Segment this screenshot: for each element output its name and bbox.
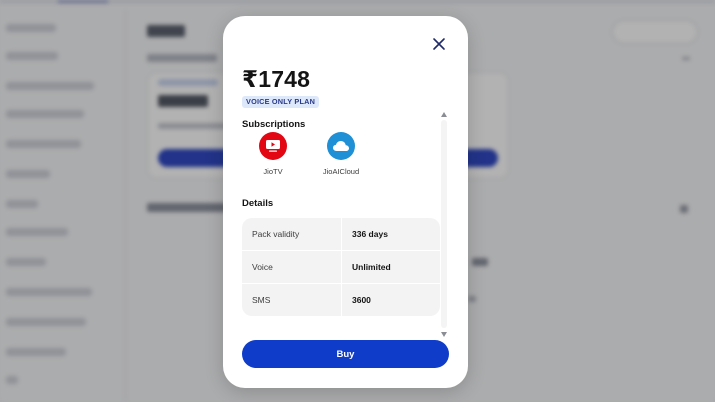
details-table: Pack validity 336 days Voice Unlimited S… bbox=[242, 218, 440, 316]
jioaicloud-icon bbox=[327, 132, 355, 160]
close-icon bbox=[433, 38, 445, 50]
plan-type-badge: VOICE ONLY PLAN bbox=[242, 96, 320, 108]
subscription-jiotv[interactable]: JioTV bbox=[243, 132, 303, 176]
table-row: Pack validity 336 days bbox=[242, 218, 440, 250]
detail-value: 3600 bbox=[342, 284, 440, 316]
close-button[interactable] bbox=[430, 35, 448, 53]
scroll-up-arrow-icon[interactable] bbox=[441, 112, 447, 117]
detail-value: 336 days bbox=[342, 218, 440, 250]
details-heading: Details bbox=[242, 198, 274, 209]
detail-key: SMS bbox=[242, 284, 341, 316]
detail-key: Pack validity bbox=[242, 218, 341, 250]
table-row: SMS 3600 bbox=[242, 284, 440, 316]
subscription-jioaicloud[interactable]: JioAICloud bbox=[311, 132, 371, 176]
table-row: Voice Unlimited bbox=[242, 251, 440, 283]
scroll-down-arrow-icon[interactable] bbox=[441, 332, 447, 337]
scrollbar-track[interactable] bbox=[441, 120, 447, 328]
jiotv-icon bbox=[259, 132, 287, 160]
plan-price: ₹1748 bbox=[242, 66, 311, 92]
subscription-label: JioTV bbox=[263, 167, 283, 176]
buy-button[interactable]: Buy bbox=[242, 340, 449, 368]
detail-key: Voice bbox=[242, 251, 341, 283]
plan-details-modal: ₹1748 VOICE ONLY PLAN Subscriptions JioT… bbox=[223, 16, 468, 388]
subscriptions-heading: Subscriptions bbox=[242, 119, 306, 130]
subscription-label: JioAICloud bbox=[322, 167, 360, 176]
detail-value: Unlimited bbox=[342, 251, 440, 283]
